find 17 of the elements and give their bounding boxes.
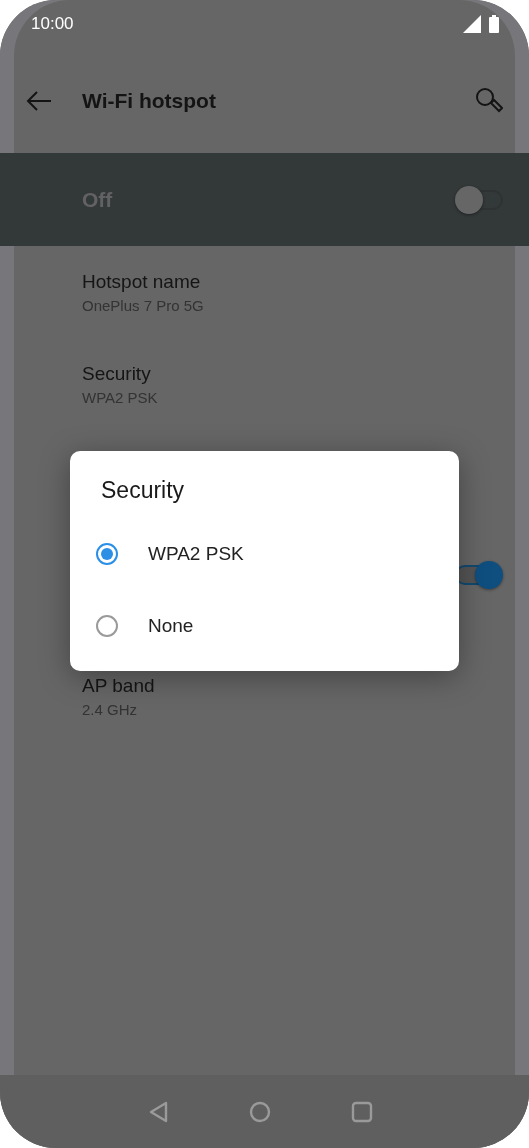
back-nav-button[interactable] [148,1100,169,1123]
home-button[interactable] [248,1100,271,1123]
signal-icon [463,15,481,33]
setting-title[interactable]: AP band [82,674,503,697]
screen-title: Wi-Fi hotspot [82,88,217,113]
radio-button[interactable] [96,615,118,637]
setting-title[interactable]: Security [82,362,503,385]
search-button[interactable] [475,86,503,115]
radio-button[interactable] [96,543,118,565]
dialog-title: Security [101,477,186,504]
radio-option[interactable]: None [70,590,459,662]
radio-option[interactable]: WPA2 PSK [70,518,459,590]
back-button[interactable] [26,90,52,111]
recents-button[interactable] [350,1100,373,1123]
battery-icon [489,15,499,33]
setting-title[interactable]: Hotspot name [82,270,503,293]
status-time: 10:00 [31,14,74,34]
